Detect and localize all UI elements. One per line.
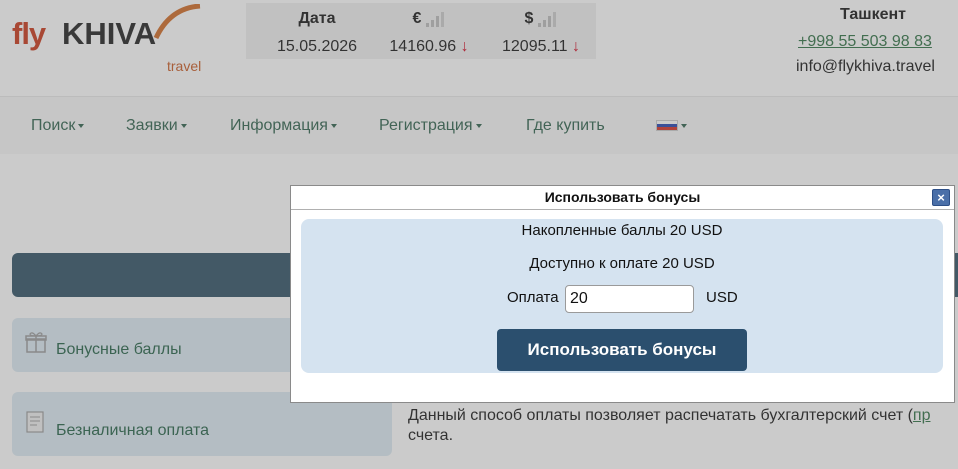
- bonus-panel: Накопленные баллы 20 USD Доступно к опла…: [301, 219, 943, 373]
- accumulated-points-text: Накопленные баллы 20 USD: [521, 222, 723, 239]
- payment-row: Оплата USD: [301, 285, 943, 313]
- dialog-titlebar: Использовать бонусы ×: [291, 186, 954, 210]
- payment-currency: USD: [706, 289, 738, 306]
- payment-amount-input[interactable]: [565, 285, 694, 313]
- close-icon[interactable]: ×: [932, 189, 950, 206]
- use-bonuses-dialog: Использовать бонусы × Накопленные баллы …: [290, 185, 955, 403]
- dialog-title: Использовать бонусы: [544, 189, 701, 205]
- available-for-payment-text: Доступно к оплате 20 USD: [529, 255, 715, 272]
- use-bonuses-button[interactable]: Использовать бонусы: [497, 329, 747, 371]
- payment-label: Оплата: [507, 289, 559, 306]
